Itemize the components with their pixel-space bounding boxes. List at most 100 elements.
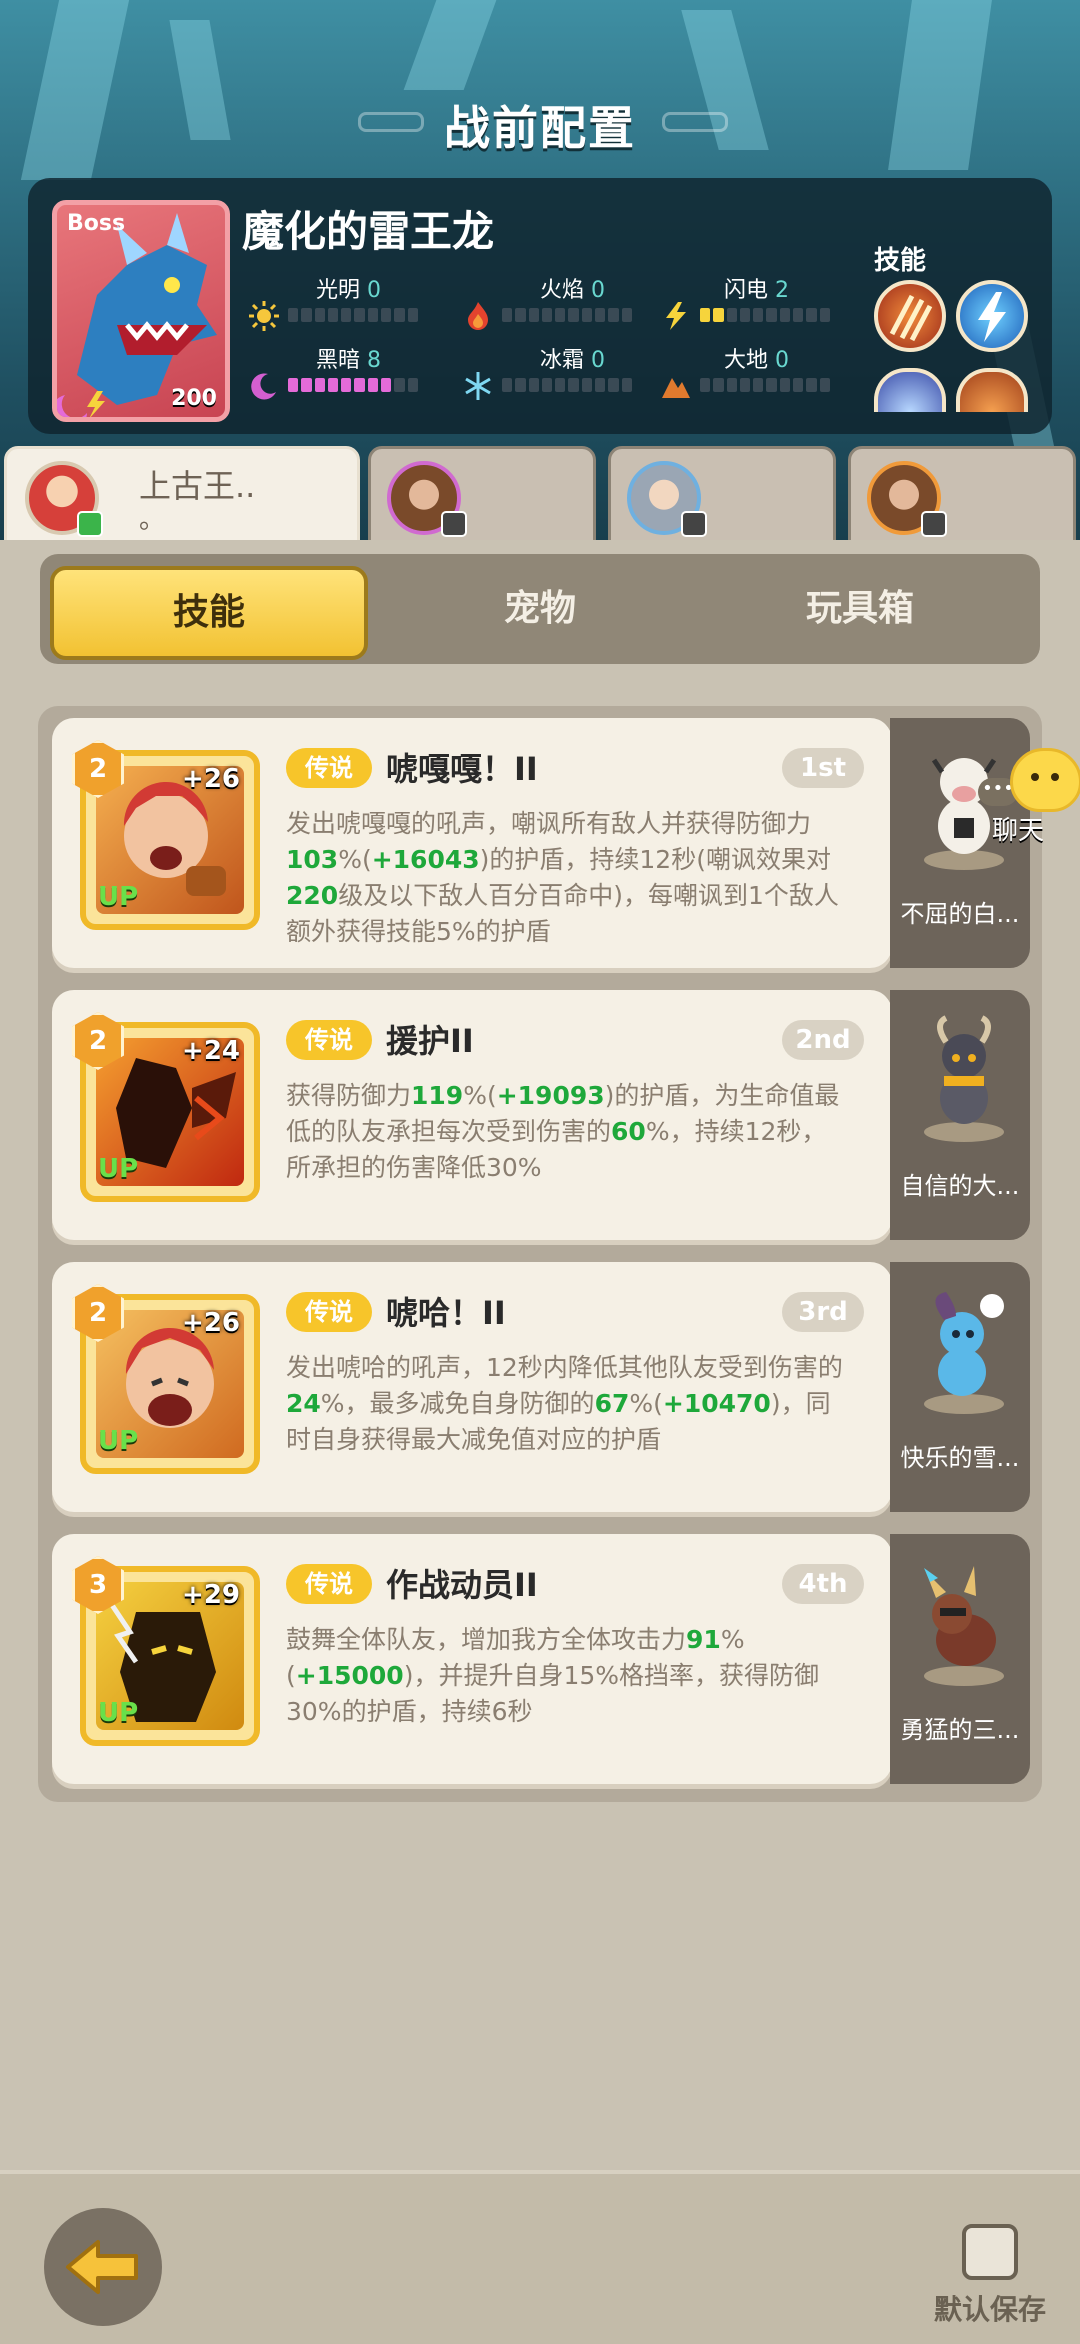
highlight-value: 119 — [411, 1081, 464, 1110]
controller-icon — [441, 511, 467, 537]
skill-description: 获得防御力119%(+19093)的护盾，为生命值最低的队友承担每次受到伤害的6… — [286, 1078, 846, 1186]
stat-bar-segment — [528, 378, 539, 392]
boss-skills-label: 技能 — [874, 246, 927, 276]
description-text: 发出唬嘎嘎的吼声，嘲讽所有敌人并获得防御力 — [286, 809, 812, 838]
stat-frost: 冰霜 0 — [462, 342, 662, 402]
highlight-value: 220 — [286, 881, 339, 910]
stat-bar-segment — [806, 308, 817, 322]
boss-skill-slot[interactable] — [874, 280, 946, 352]
boss-skill-slot[interactable] — [874, 368, 946, 412]
moon-icon — [251, 373, 276, 400]
chat-button[interactable] — [1010, 748, 1080, 812]
stat-fire: 火焰 0 — [462, 272, 662, 332]
lightning-icon — [666, 302, 686, 330]
boss-name: 魔化的雷王龙 — [242, 207, 495, 256]
description-text: 发出唬哈的吼声，12秒内降低其他队友受到伤害的 — [286, 1353, 843, 1382]
tab-skills[interactable]: 技能 — [50, 566, 368, 660]
party-tab-4[interactable] — [848, 446, 1076, 546]
boss-level: 200 — [171, 386, 217, 411]
highlight-value: 103 — [286, 845, 339, 874]
boss-skill-slot[interactable] — [956, 368, 1028, 412]
stat-bar-segment — [367, 378, 379, 392]
skill-up-label: UP — [98, 1426, 139, 1456]
stat-bar-segment — [700, 308, 711, 322]
controller-icon — [681, 511, 707, 537]
stat-bar-segment — [713, 378, 724, 392]
stat-bar-segment — [766, 308, 777, 322]
skill-up-label: UP — [98, 1154, 139, 1184]
stat-bar-segment — [819, 308, 830, 322]
boss-portrait[interactable]: Boss 200 — [52, 200, 230, 422]
party-tab-sub: 。 — [139, 505, 166, 535]
description-text: 级及以下敌人百分百命中)，每嘲讽到1个敌人额外获得技能5%的护盾 — [286, 881, 839, 946]
stat-bar-segment — [568, 378, 579, 392]
skill-card[interactable]: 2 +24 UP 传说 援护II 2nd 获得防御力119%(+19093)的护… — [52, 990, 892, 1240]
description-text: %，最多减免自身防御的 — [320, 1389, 595, 1418]
stat-bar — [288, 308, 418, 322]
skill-bonus: +26 — [182, 764, 240, 794]
stat-bar-segment — [502, 308, 513, 322]
stat-bar-segment — [766, 378, 777, 392]
party-tab-2[interactable] — [368, 446, 596, 546]
stat-bar — [502, 308, 632, 322]
stat-bar — [700, 308, 830, 322]
stat-bar-segment — [528, 308, 539, 322]
stat-lightning: 闪电 2 — [660, 272, 860, 332]
pet-slot[interactable]: 快乐的雪... — [890, 1262, 1030, 1512]
party-tab-1[interactable]: 上古王.. 。 — [4, 446, 360, 546]
default-save-checkbox[interactable] — [962, 2224, 1018, 2280]
skill-icon-frame: 2 +24 UP — [72, 1012, 260, 1202]
stat-bar-segment — [621, 308, 632, 322]
skill-description: 发出唬嘎嘎的吼声，嘲讽所有敌人并获得防御力 103%(+16043)的护盾，持续1… — [286, 806, 846, 950]
skill-card[interactable]: 2 +26 UP 传说 唬嘎嘎！II 1st 发出唬嘎嘎的吼声，嘲讽所有敌人并获… — [52, 718, 892, 968]
stat-bar-segment — [700, 378, 711, 392]
back-button[interactable] — [44, 2208, 162, 2326]
page-title: 战前配置 — [444, 101, 636, 155]
skill-card[interactable]: 3 +29 UP 传说 作战动员II 4th 鼓舞全体队友，增加我方全体攻击力9… — [52, 1534, 892, 1784]
highlight-value: 24 — [286, 1389, 321, 1418]
stat-earth: 大地 0 — [660, 342, 860, 402]
rarity-badge: 传说 — [286, 1564, 372, 1604]
stat-bar-segment — [555, 308, 566, 322]
stat-bar-segment — [726, 308, 737, 322]
stat-bar-segment — [354, 308, 365, 322]
skill-icon-frame: 3 +29 UP — [72, 1556, 260, 1746]
pet-name: 快乐的雪... — [900, 1444, 1020, 1472]
stat-bar-segment — [288, 308, 299, 322]
chat-label[interactable]: 聊天 — [992, 810, 1044, 847]
description-text: 鼓舞全体队友，增加我方全体攻击力 — [286, 1625, 687, 1654]
skill-up-label: UP — [98, 1698, 139, 1728]
claw-icon — [889, 294, 933, 342]
stat-bar-segment — [595, 308, 606, 322]
stat-bar-segment — [581, 308, 593, 322]
goat-pet-icon — [924, 1015, 1004, 1142]
skill-bonus: +26 — [182, 1308, 240, 1338]
boss-skill-slot[interactable] — [956, 280, 1028, 352]
stat-bar-segment — [341, 308, 352, 322]
rhino-pet-icon — [924, 1566, 1004, 1686]
stat-bar-segment — [608, 308, 619, 322]
stat-bar-segment — [581, 378, 593, 392]
stat-bar-segment — [739, 378, 751, 392]
stat-bar-segment — [301, 378, 312, 392]
highlight-value: +10470 — [662, 1389, 771, 1418]
highlight-value: 67 — [594, 1389, 630, 1418]
tab-pets[interactable]: 宠物 — [390, 566, 690, 652]
tab-toybox[interactable]: 玩具箱 — [710, 566, 1010, 652]
boss-tag: Boss — [67, 211, 126, 236]
rarity-badge: 传说 — [286, 1292, 372, 1332]
stat-bar-segment — [726, 378, 737, 392]
lightning-icon — [978, 292, 1006, 342]
highlight-value: +16043 — [371, 845, 480, 874]
rarity-badge: 传说 — [286, 748, 372, 788]
pet-slot[interactable]: 自信的大... — [890, 990, 1030, 1240]
skill-card[interactable]: 2 +26 UP 传说 唬哈！II 3rd 发出唬哈的吼声，12秒内降低其他队友… — [52, 1262, 892, 1512]
skill-bonus: +29 — [182, 1580, 240, 1610]
rank-badge: 2nd — [782, 1020, 864, 1060]
pet-slot[interactable]: 勇猛的三... — [890, 1534, 1030, 1784]
skill-description: 鼓舞全体队友，增加我方全体攻击力91%(+15000)，并提升自身15%格挡率，… — [286, 1622, 846, 1730]
stat-bar-segment — [381, 308, 392, 322]
stat-bar-segment — [381, 378, 392, 392]
party-tab-3[interactable] — [608, 446, 836, 546]
skill-icon-frame: 2 +26 UP — [72, 740, 260, 930]
